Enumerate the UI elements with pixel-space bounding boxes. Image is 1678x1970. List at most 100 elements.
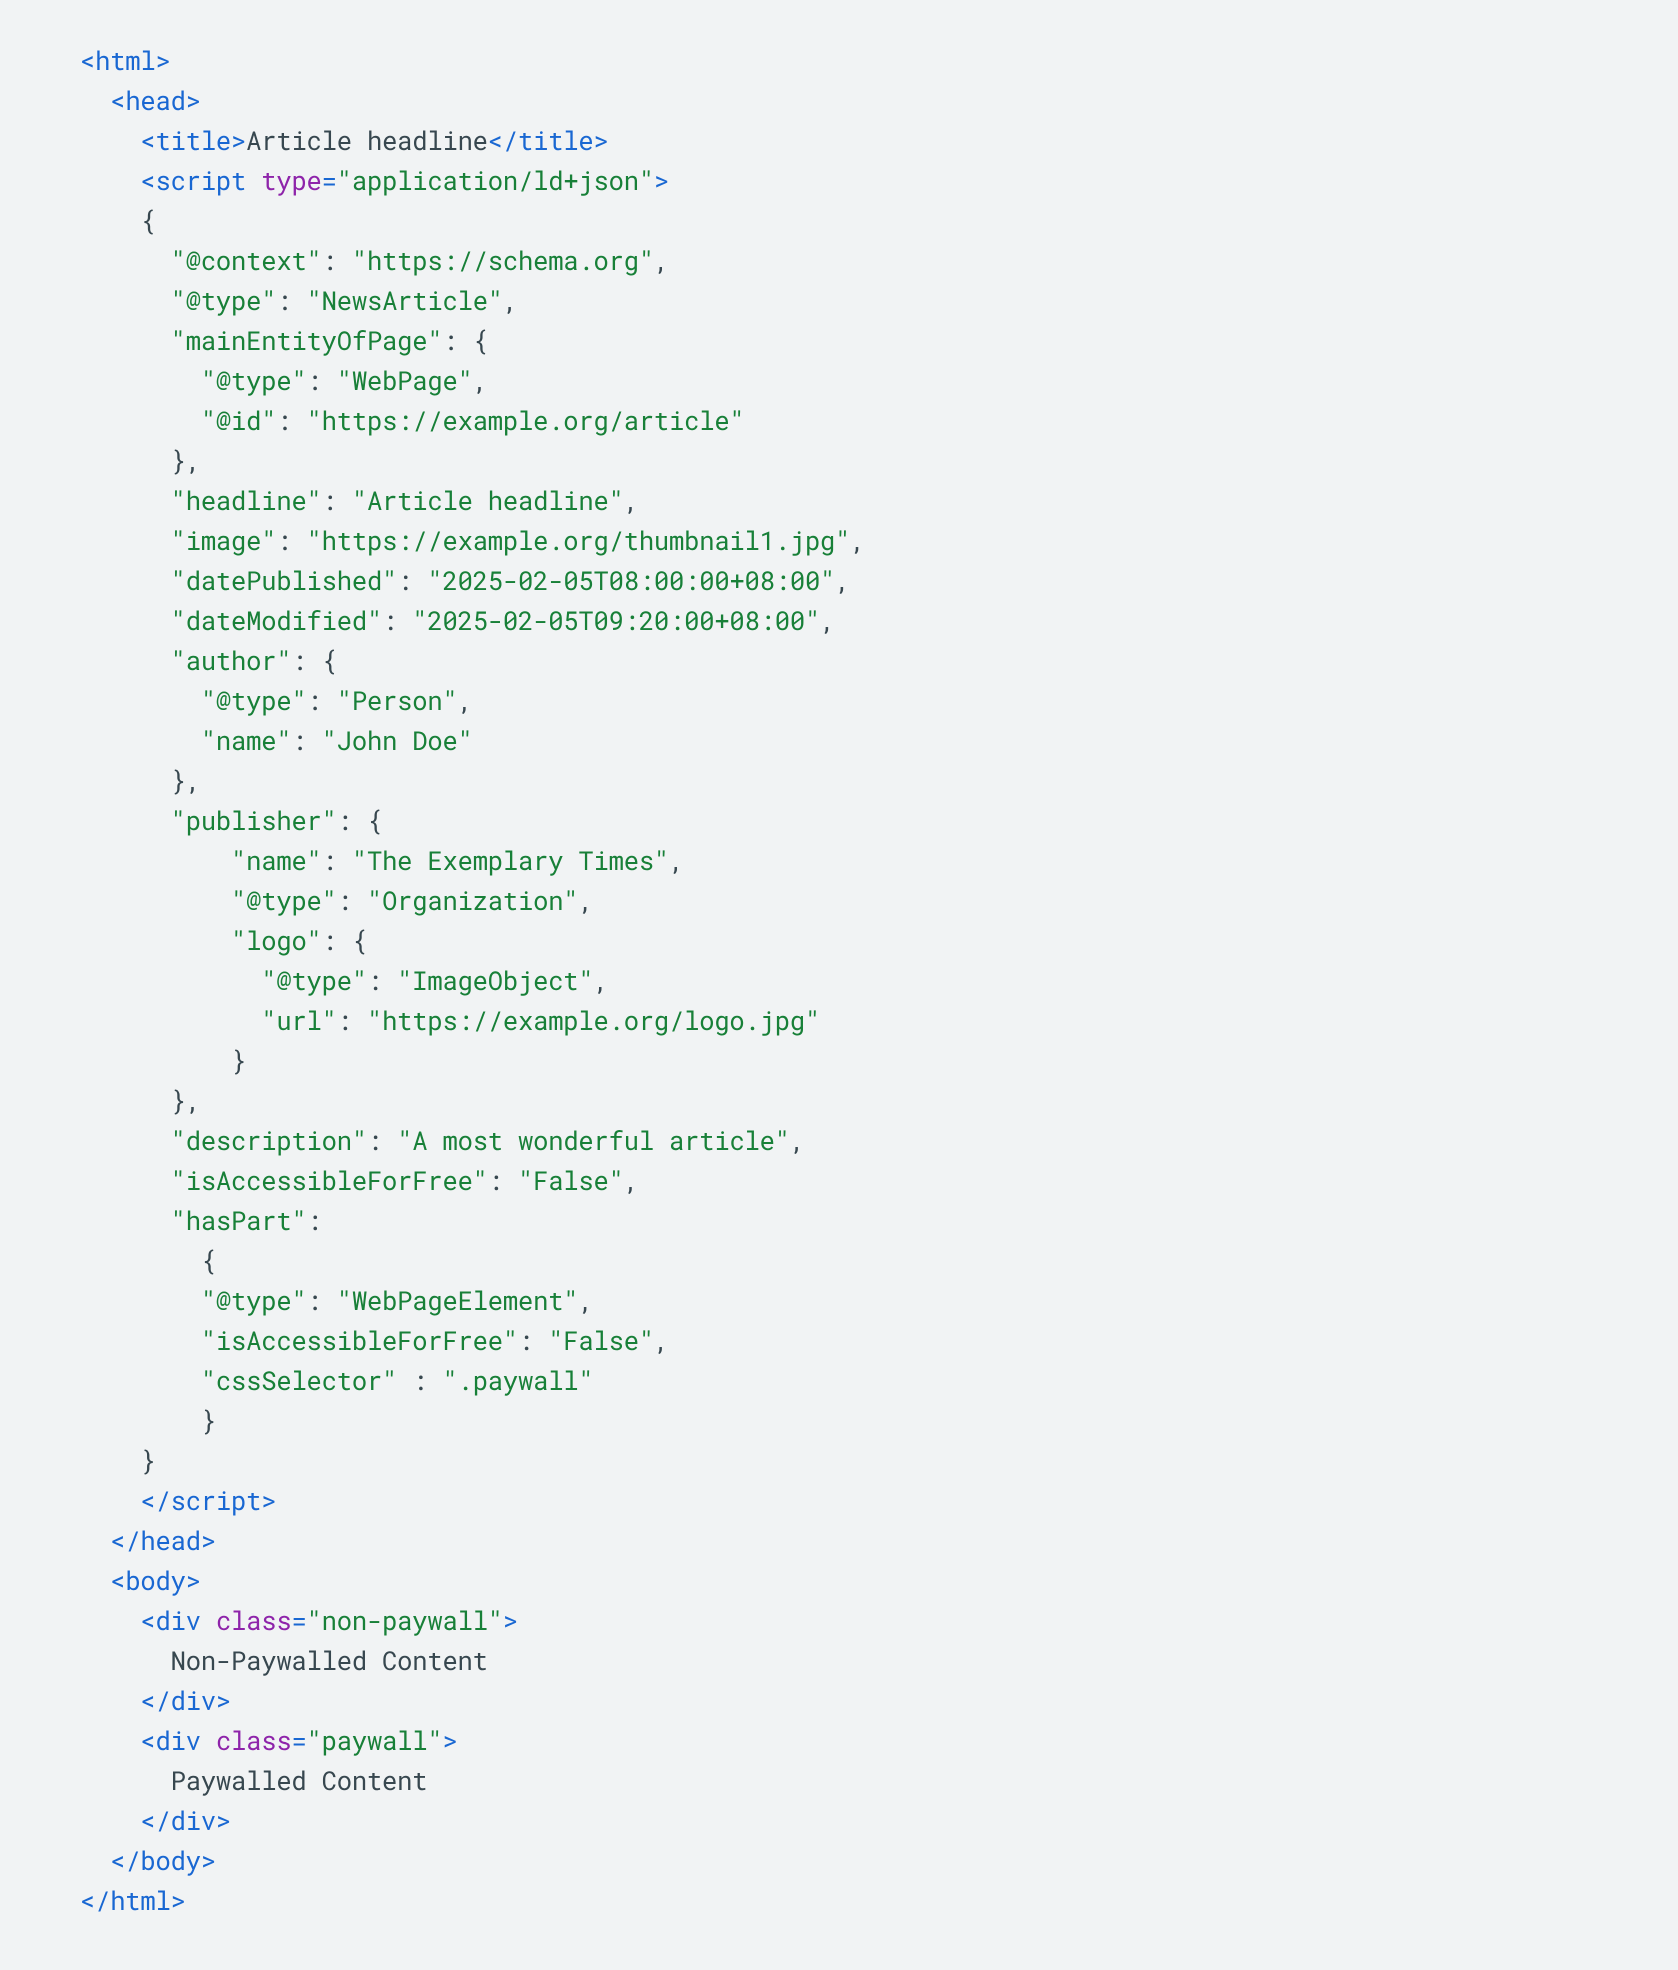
code-token-tag: > — [443, 1723, 458, 1757]
code-token-val: "https://example.org/logo.jpg" — [367, 1003, 820, 1037]
code-token-tag: <div — [140, 1723, 216, 1757]
code-token-val: "@type" — [201, 1283, 307, 1317]
code-token-plain: : — [337, 1003, 367, 1037]
code-token-val: "hasPart" — [171, 1203, 307, 1237]
code-token-attr: class — [216, 1603, 292, 1637]
code-token-val: "Person" — [337, 683, 458, 717]
code-token-val: "@type" — [231, 883, 337, 917]
code-token-val: "description" — [171, 1123, 367, 1157]
code-token-plain: : — [291, 723, 321, 757]
code-token-val: "cssSelector" — [201, 1363, 397, 1397]
code-token-tag: </script> — [140, 1483, 276, 1517]
code-token-tag: > — [654, 163, 669, 197]
code-token-tag: = — [322, 163, 337, 197]
code-token-plain: { — [80, 203, 171, 277]
code-token-val: "dateModified" — [171, 603, 382, 637]
code-token-plain — [80, 1723, 140, 1757]
code-token-tag: </div> — [140, 1683, 231, 1717]
code-token-val: "name" — [201, 723, 292, 757]
code-token-plain: : — [307, 683, 337, 717]
code-token-plain: : — [367, 963, 397, 997]
code-token-tag: </div> — [140, 1803, 231, 1837]
code-token-val: "False" — [518, 1163, 624, 1197]
code-token-val: "https://example.org/thumbnail1.jpg" — [307, 523, 851, 557]
code-token-attr: class — [216, 1723, 292, 1757]
code-snippet: <html> <head> <title>Article headline</t… — [0, 0, 1678, 1960]
code-token-val: "@type" — [171, 283, 277, 317]
code-token-val: "author" — [171, 643, 292, 677]
code-token-val: "The Exemplary Times" — [352, 843, 669, 877]
code-token-val: "@type" — [201, 363, 307, 397]
code-token-plain: : — [397, 563, 427, 597]
code-token-plain: : — [276, 523, 306, 557]
code-token-tag: <title> — [140, 123, 246, 157]
code-token-tag: <body> — [110, 1563, 201, 1597]
code-token-val: "image" — [171, 523, 277, 557]
code-token-val: "paywall" — [307, 1723, 443, 1757]
code-token-val: "non-paywall" — [307, 1603, 503, 1637]
code-token-tag: </head> — [110, 1523, 216, 1557]
code-token-plain: : — [488, 1163, 518, 1197]
code-token-tag: = — [291, 1603, 306, 1637]
code-token-val: "NewsArticle" — [307, 283, 503, 317]
code-token-val: "https://schema.org" — [352, 243, 654, 277]
code-token-val: "application/ld+json" — [337, 163, 654, 197]
code-token-attr: type — [261, 163, 321, 197]
code-token-val: "@id" — [201, 403, 277, 437]
code-token-tag: <html> — [80, 43, 171, 77]
code-token-tag: <head> — [110, 83, 201, 117]
code-token-val: "headline" — [171, 483, 322, 517]
code-token-plain: : — [322, 843, 352, 877]
code-token-val: "https://example.org/article" — [307, 403, 745, 437]
code-token-val: "url" — [261, 1003, 337, 1037]
code-token-tag: </html> — [80, 1883, 186, 1917]
code-token-plain: : — [307, 1283, 337, 1317]
code-token-plain — [80, 1523, 110, 1557]
code-token-val: "isAccessibleForFree" — [201, 1323, 518, 1357]
code-token-val: "ImageObject" — [397, 963, 593, 997]
code-token-plain: Paywalled Content — [80, 1763, 427, 1837]
code-token-val: "@type" — [261, 963, 367, 997]
code-token-plain: : — [322, 483, 352, 517]
code-token-val: "name" — [231, 843, 322, 877]
code-token-plain: : — [397, 1363, 442, 1397]
code-token-plain: : — [276, 283, 306, 317]
code-token-plain: : — [307, 363, 337, 397]
code-token-plain: : — [367, 1123, 397, 1157]
code-token-val: ".paywall" — [442, 1363, 593, 1397]
code-token-val: "WebPageElement" — [337, 1283, 579, 1317]
code-token-plain: : — [276, 403, 306, 437]
code-token-val: "WebPage" — [337, 363, 473, 397]
code-token-val: "logo" — [231, 923, 322, 957]
code-token-plain — [80, 163, 140, 197]
code-token-val: "A most wonderful article" — [397, 1123, 790, 1157]
code-token-val: "isAccessibleForFree" — [171, 1163, 488, 1197]
code-token-val: "@type" — [201, 683, 307, 717]
code-token-val: "publisher" — [171, 803, 337, 837]
code-token-plain: : — [322, 243, 352, 277]
code-token-tag: <script — [140, 163, 261, 197]
code-token-val: "False" — [548, 1323, 654, 1357]
code-token-plain: : — [382, 603, 412, 637]
code-token-plain: : — [337, 883, 367, 917]
code-token-plain — [80, 123, 140, 157]
code-token-val: "John Doe" — [322, 723, 473, 757]
code-token-val: "Organization" — [367, 883, 578, 917]
code-token-val: "@context" — [171, 243, 322, 277]
code-token-val: "datePublished" — [171, 563, 398, 597]
code-token-tag: </title> — [488, 123, 609, 157]
code-token-plain: Article headline — [246, 123, 488, 157]
code-token-tag: = — [291, 1723, 306, 1757]
code-token-val: "mainEntityOfPage" — [171, 323, 443, 357]
code-token-plain — [80, 1563, 110, 1597]
code-token-plain — [80, 1603, 140, 1637]
code-token-val: "Article headline" — [352, 483, 624, 517]
code-token-plain — [80, 1843, 110, 1877]
code-token-plain: : — [518, 1323, 548, 1357]
code-token-tag: <div — [140, 1603, 216, 1637]
code-token-plain — [80, 83, 110, 117]
code-token-tag: > — [503, 1603, 518, 1637]
code-token-tag: </body> — [110, 1843, 216, 1877]
code-token-val: "2025-02-05T09:20:00+08:00" — [412, 603, 820, 637]
code-token-val: "2025-02-05T08:00:00+08:00" — [427, 563, 835, 597]
